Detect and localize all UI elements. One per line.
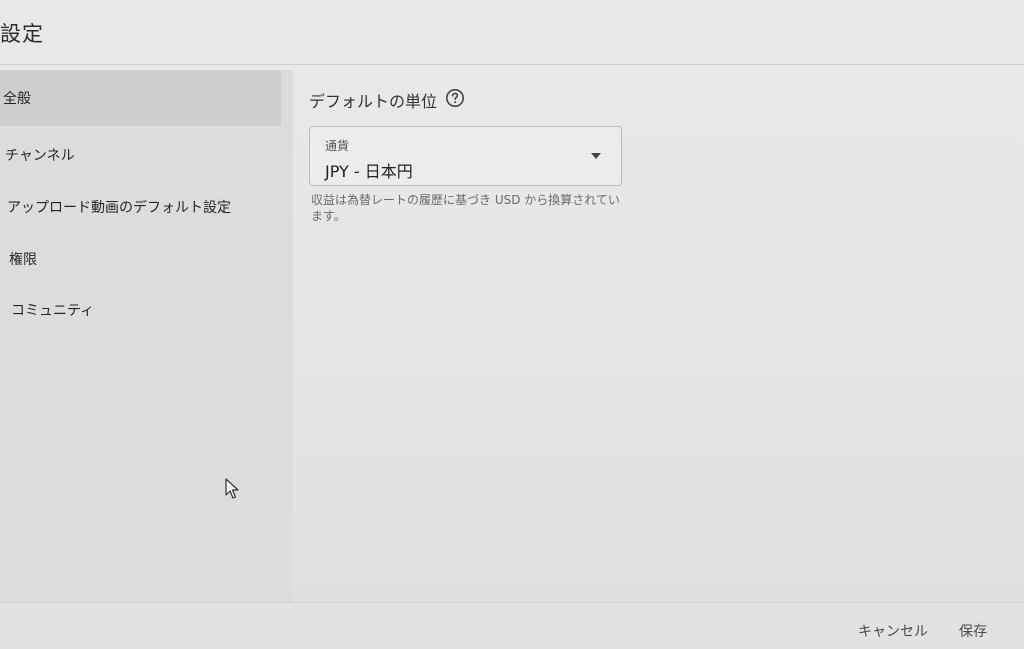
settings-sidebar: 全般 チャンネル アップロード動画のデフォルト設定 権限 コミュニティ xyxy=(0,70,293,602)
sidebar-item-general[interactable]: 全般 xyxy=(0,70,281,126)
help-circle-icon[interactable] xyxy=(445,88,465,108)
section-title: デフォルトの単位 xyxy=(309,92,438,111)
cancel-button[interactable]: キャンセル xyxy=(858,621,928,641)
sidebar-item-label: コミュニティ xyxy=(11,303,95,319)
page-title: 設定 xyxy=(0,22,44,46)
dialog-header: 設定 xyxy=(0,0,1024,65)
sidebar-item-label: アップロード動画のデフォルト設定 xyxy=(7,200,231,216)
sidebar-item-label: 全般 xyxy=(3,91,31,107)
sidebar-item-channel[interactable]: チャンネル xyxy=(0,127,281,183)
sidebar-item-permissions[interactable]: 権限 xyxy=(0,231,281,287)
currency-select[interactable]: 通貨 JPY - 日本円 xyxy=(309,126,622,186)
dialog-footer: キャンセル 保存 xyxy=(0,602,1024,649)
sidebar-item-upload-defaults[interactable]: アップロード動画のデフォルト設定 xyxy=(0,179,281,235)
currency-helper-text: 収益は為替レートの履歴に基づき USD から換算されています。 xyxy=(311,193,620,223)
mouse-pointer-icon xyxy=(225,478,239,499)
save-button[interactable]: 保存 xyxy=(959,621,987,641)
currency-select-label: 通貨 xyxy=(325,139,350,153)
settings-main-panel: デフォルトの単位 通貨 JPY - 日本円 収益は為替レートの履歴に基づき US… xyxy=(293,66,1024,602)
settings-dialog: 設定 全般 チャンネル アップロード動画のデフォルト設定 権限 コミュニティ デ… xyxy=(0,0,1024,649)
sidebar-item-label: 権限 xyxy=(9,252,37,268)
currency-select-value: JPY - 日本円 xyxy=(325,162,413,181)
dropdown-arrow-icon xyxy=(591,153,601,159)
sidebar-item-label: チャンネル xyxy=(5,148,75,164)
sidebar-item-community[interactable]: コミュニティ xyxy=(0,282,281,338)
